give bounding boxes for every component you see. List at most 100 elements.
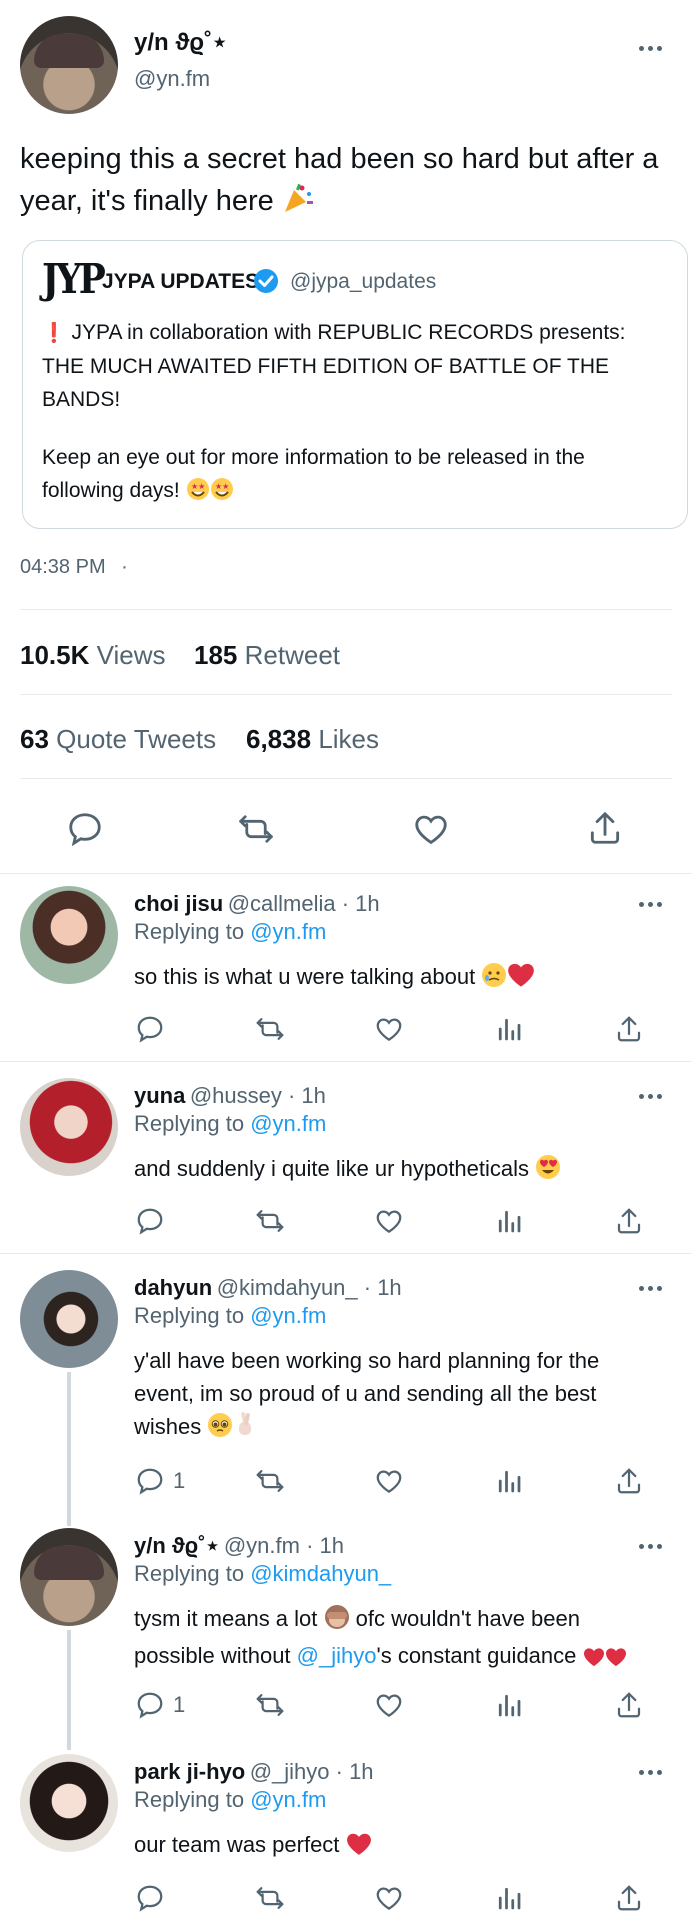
- heart-outline-icon: [376, 1210, 402, 1233]
- reply-author-name[interactable]: choi jisu: [134, 891, 223, 916]
- like-button[interactable]: [374, 1883, 404, 1913]
- like-button[interactable]: [374, 1206, 404, 1236]
- heart-outline-icon: [376, 1018, 402, 1041]
- retweet-button[interactable]: [254, 1883, 286, 1913]
- reply-avatar[interactable]: [20, 1528, 118, 1626]
- reply-button[interactable]: [66, 810, 104, 848]
- reply-button[interactable]: [135, 1206, 165, 1236]
- reply-avatar[interactable]: [20, 1078, 118, 1176]
- reply-avatar[interactable]: [20, 886, 118, 984]
- share-button[interactable]: [614, 1013, 644, 1045]
- quotes-stat[interactable]: 63 Quote Tweets: [20, 724, 216, 755]
- replying-to-link[interactable]: @yn.fm: [250, 1111, 326, 1136]
- mention-link[interactable]: @_jihyo: [297, 1643, 377, 1668]
- more-options-icon[interactable]: [639, 1286, 662, 1291]
- author-avatar[interactable]: [20, 16, 118, 114]
- replying-to: Replying to @kimdahyun_: [134, 1561, 391, 1587]
- author-handle[interactable]: @yn.fm: [134, 66, 210, 92]
- more-options-icon[interactable]: [639, 46, 662, 51]
- more-options-icon[interactable]: [639, 1544, 662, 1549]
- red-heart-icon: [605, 1643, 627, 1676]
- more-options-icon[interactable]: [639, 1770, 662, 1775]
- quoted-body: ❗ JYPA in collaboration with REPUBLIC RE…: [42, 316, 672, 511]
- more-options-icon[interactable]: [639, 902, 662, 907]
- retweets-label: Retweet: [244, 640, 341, 670]
- replying-to-link[interactable]: @kimdahyun_: [250, 1561, 391, 1586]
- pleading-face-icon: [207, 1412, 233, 1447]
- reply-count: 1: [173, 1692, 186, 1717]
- reply-header: choi jisu @callmelia · 1h: [134, 891, 380, 917]
- reply-icon: [69, 813, 101, 847]
- crossed-fingers-icon: [233, 1410, 257, 1447]
- author-display-name[interactable]: y/n ϑϱ˚⋆: [134, 28, 227, 57]
- reply-meta: @callmelia · 1h: [227, 891, 380, 916]
- reply-button[interactable]: [135, 1883, 165, 1913]
- svg-text:★★: ★★: [191, 482, 205, 491]
- reply-icon: [137, 1692, 163, 1719]
- star-struck-icon: ★★ ★★: [186, 477, 234, 511]
- retweet-button[interactable]: [254, 1466, 286, 1496]
- retweet-button[interactable]: [254, 1690, 286, 1720]
- analytics-button[interactable]: [494, 1014, 524, 1044]
- reply-author-name[interactable]: park ji-hyo: [134, 1759, 245, 1784]
- quoted-line-3: BANDS!: [42, 388, 121, 411]
- share-button[interactable]: [614, 1465, 644, 1497]
- replying-label: Replying to: [134, 1787, 245, 1812]
- reply-icon: [137, 1885, 163, 1912]
- reply-header: yuna @hussey · 1h: [134, 1083, 326, 1109]
- share-button[interactable]: [586, 808, 624, 848]
- reply-text-line: 's constant guidance: [376, 1643, 577, 1668]
- timestamp-text: 04:38 PM: [20, 556, 106, 578]
- timestamp-separator: ·: [121, 556, 128, 578]
- reply-avatar[interactable]: [20, 1270, 118, 1368]
- quotes-count: 63: [20, 724, 49, 754]
- retweets-stat[interactable]: 185 Retweet: [194, 640, 340, 671]
- retweet-icon: [256, 1694, 284, 1716]
- analytics-button[interactable]: [494, 1466, 524, 1496]
- reply-author-name[interactable]: y/n ϑϱ˚⋆: [134, 1533, 219, 1558]
- heart-outline-icon: [376, 1694, 402, 1717]
- retweet-button[interactable]: [236, 810, 276, 848]
- party-popper-icon: [282, 182, 314, 226]
- analytics-button[interactable]: [494, 1206, 524, 1236]
- replying-to-link[interactable]: @yn.fm: [250, 1787, 326, 1812]
- share-button[interactable]: [614, 1689, 644, 1721]
- more-options-icon[interactable]: [639, 1094, 662, 1099]
- retweet-icon: [239, 815, 273, 843]
- divider: [0, 1061, 692, 1062]
- reply-button[interactable]: [135, 1014, 165, 1044]
- views-stat[interactable]: 10.5K Views: [20, 640, 166, 671]
- like-button[interactable]: [374, 1690, 404, 1720]
- divider: [0, 1253, 692, 1254]
- replying-to-link[interactable]: @yn.fm: [250, 919, 326, 944]
- replying-label: Replying to: [134, 919, 245, 944]
- analytics-icon: [498, 1887, 521, 1910]
- reply-button[interactable]: 1: [135, 1466, 185, 1496]
- reply-author-name[interactable]: yuna: [134, 1083, 185, 1108]
- likes-stat[interactable]: 6,838 Likes: [246, 724, 379, 755]
- retweet-button[interactable]: [254, 1014, 286, 1044]
- like-button[interactable]: [374, 1014, 404, 1044]
- tweet-text: keeping this a secret had been so hard b…: [20, 138, 670, 226]
- share-button[interactable]: [614, 1882, 644, 1914]
- retweet-button[interactable]: [254, 1206, 286, 1236]
- reply-avatar[interactable]: [20, 1754, 118, 1852]
- like-button[interactable]: [374, 1466, 404, 1496]
- reply-meta: @hussey · 1h: [189, 1083, 326, 1108]
- divider: [20, 694, 672, 695]
- share-icon: [617, 1885, 641, 1911]
- reply-text-line: ofc wouldn't have been: [355, 1606, 581, 1631]
- quoted-handle: @jypa_updates: [290, 270, 437, 293]
- reply-text-content: our team was perfect: [134, 1832, 340, 1857]
- analytics-button[interactable]: [494, 1690, 524, 1720]
- replying-to-link[interactable]: @yn.fm: [250, 1303, 326, 1328]
- reply-author-name[interactable]: dahyun: [134, 1275, 212, 1300]
- like-button[interactable]: [412, 810, 450, 848]
- reply-button[interactable]: 1: [135, 1690, 185, 1720]
- tweet-timestamp[interactable]: 04:38 PM ·: [20, 556, 128, 579]
- reply-text: our team was perfect: [134, 1828, 372, 1865]
- reply-header: dahyun @kimdahyun_ · 1h: [134, 1275, 402, 1301]
- svg-text:★★: ★★: [215, 482, 229, 491]
- share-button[interactable]: [614, 1205, 644, 1237]
- analytics-button[interactable]: [494, 1883, 524, 1913]
